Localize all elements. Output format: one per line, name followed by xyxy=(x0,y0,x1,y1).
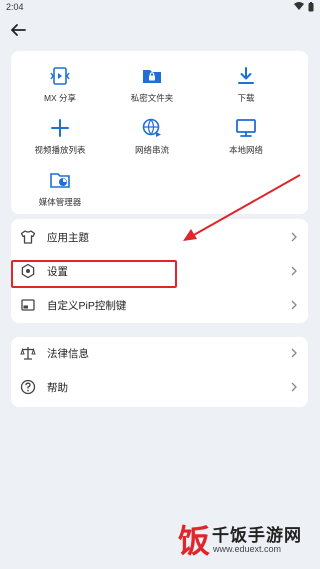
grid-item-label: 下载 xyxy=(237,93,255,103)
status-bar: 2:04 xyxy=(0,0,320,16)
chevron-right-icon xyxy=(291,300,297,310)
watermark-logo: 饭 xyxy=(178,522,210,559)
shirt-icon xyxy=(20,230,36,244)
status-time: 2:04 xyxy=(6,2,24,12)
menu-item-label: 帮助 xyxy=(47,382,68,394)
scales-icon xyxy=(20,347,36,360)
grid-item-label: 媒体管理器 xyxy=(38,197,82,207)
private-folder-icon xyxy=(143,70,161,83)
grid-item-local-network[interactable]: 本地网络 xyxy=(201,117,291,156)
menu-item-legal-info[interactable]: 法律信息 xyxy=(11,337,308,369)
grid-item-label: 视频播放列表 xyxy=(34,145,86,155)
grid-item-private-folder[interactable]: 私密文件夹 xyxy=(107,65,197,104)
quick-actions-card: MX 分享 私密文件夹 下载 视频播放列表 网络串流 本地网络 媒体管理器 xyxy=(11,51,308,214)
monitor-icon xyxy=(236,119,256,137)
menu-item-label: 法律信息 xyxy=(47,348,89,360)
download-icon xyxy=(238,67,254,84)
grid-item-download[interactable]: 下载 xyxy=(201,65,291,104)
help-icon xyxy=(20,379,36,395)
wifi-icon xyxy=(294,2,304,10)
grid-item-label: 本地网络 xyxy=(228,145,263,155)
pip-icon xyxy=(21,299,35,311)
watermark-url: www.eduext.com xyxy=(213,544,282,554)
grid-item-media-manager[interactable]: 媒体管理器 xyxy=(15,169,105,208)
media-manager-icon xyxy=(50,173,70,188)
watermark-title: 千饭手游网 xyxy=(212,526,302,545)
plus-icon xyxy=(51,119,69,137)
chevron-right-icon xyxy=(291,266,297,276)
grid-item-label: 私密文件夹 xyxy=(130,93,174,103)
grid-item-label: 网络串流 xyxy=(134,145,169,155)
back-button[interactable] xyxy=(8,20,30,40)
chevron-right-icon xyxy=(291,382,297,392)
menu-item-label: 自定义PiP控制键 xyxy=(47,300,127,312)
menu-item-help[interactable]: 帮助 xyxy=(11,371,308,403)
menu-item-app-theme[interactable]: 应用主题 xyxy=(11,221,308,253)
chevron-right-icon xyxy=(291,348,297,358)
grid-item-video-playlist[interactable]: 视频播放列表 xyxy=(15,117,105,156)
grid-item-mx-share[interactable]: MX 分享 xyxy=(15,65,105,104)
status-icons xyxy=(294,2,314,12)
watermark-logo-text: 饭 xyxy=(178,522,210,559)
network-stream-icon xyxy=(142,118,161,137)
grid-item-label: MX 分享 xyxy=(43,93,77,103)
back-arrow-icon xyxy=(11,24,26,36)
menu-item-pip-controls[interactable]: 自定义PiP控制键 xyxy=(11,289,308,321)
grid-item-network-stream[interactable]: 网络串流 xyxy=(107,117,197,156)
menu-item-label: 应用主题 xyxy=(47,232,89,244)
battery-icon xyxy=(308,2,314,12)
info-menu-card: 法律信息 帮助 xyxy=(11,337,308,407)
chevron-right-icon xyxy=(291,232,297,242)
share-icon xyxy=(50,67,70,85)
watermark: 饭 千饭手游网 www.eduext.com xyxy=(176,517,316,565)
annotation-highlight-box xyxy=(11,260,177,288)
